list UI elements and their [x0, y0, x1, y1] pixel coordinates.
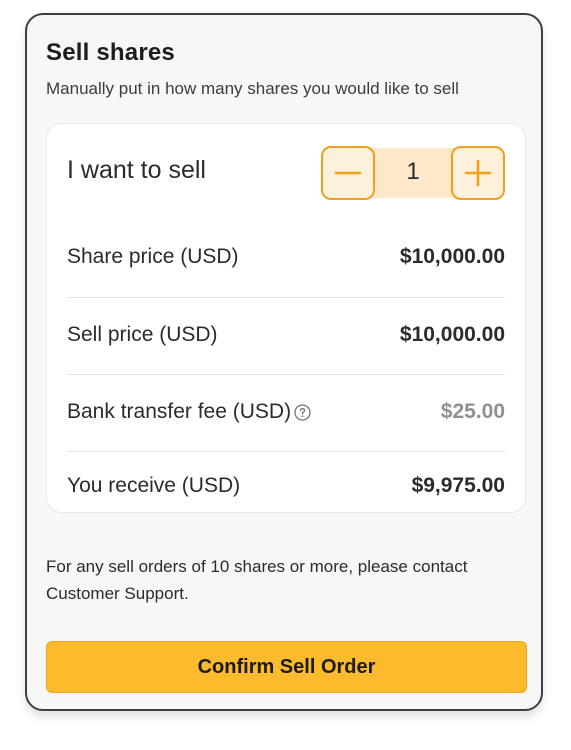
- panel-subtitle: Manually put in how many shares you woul…: [46, 79, 459, 98]
- bank-fee-label-group: Bank transfer fee (USD): [67, 400, 311, 424]
- share-price-row: Share price (USD) $10,000.00: [67, 221, 505, 298]
- bank-fee-value: $25.00: [440, 400, 505, 423]
- panel-title: Sell shares: [46, 39, 175, 66]
- sell-price-row: Sell price (USD) $10,000.00: [67, 298, 505, 375]
- bank-fee-row: Bank transfer fee (USD) $25.00: [67, 375, 505, 452]
- increment-button[interactable]: [451, 146, 505, 200]
- share-price-value: $10,000.00: [399, 245, 505, 268]
- confirm-sell-order-button[interactable]: Confirm Sell Order: [46, 641, 527, 693]
- plus-icon: [464, 159, 492, 187]
- sell-quantity-row: I want to sell 1: [67, 144, 505, 200]
- bank-fee-label: Bank transfer fee (USD): [67, 400, 292, 423]
- decrement-button[interactable]: [321, 146, 375, 200]
- sell-shares-panel: Sell shares Manually put in how many sha…: [25, 13, 543, 711]
- question-circle-icon[interactable]: [294, 403, 311, 421]
- quantity-stepper: 1: [321, 146, 505, 200]
- order-summary-card: I want to sell 1 Share price (USD) $10,0…: [46, 123, 526, 513]
- receive-label: You receive (USD): [67, 474, 241, 497]
- sell-price-value: $10,000.00: [399, 323, 505, 346]
- quantity-input[interactable]: 1: [375, 158, 451, 186]
- receive-row: You receive (USD) $9,975.00: [67, 452, 505, 512]
- sell-quantity-label: I want to sell: [67, 156, 206, 184]
- large-order-note: For any sell orders of 10 shares or more…: [46, 557, 468, 603]
- receive-value: $9,975.00: [411, 474, 505, 497]
- minus-icon: [334, 171, 362, 175]
- sell-price-label: Sell price (USD): [67, 323, 218, 346]
- share-price-label: Share price (USD): [67, 245, 239, 268]
